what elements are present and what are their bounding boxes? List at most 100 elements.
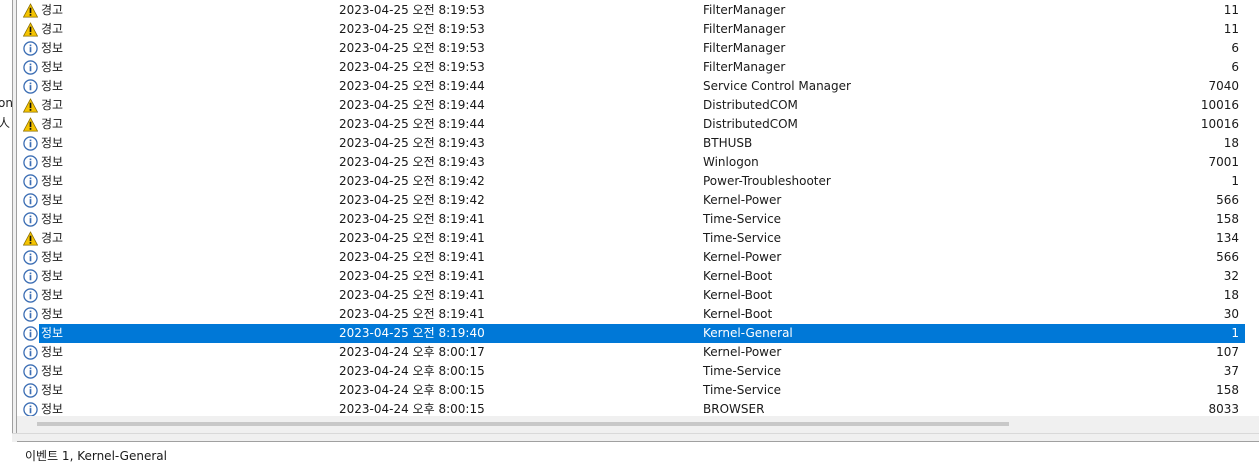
event-row[interactable]: 정보 2023-04-25 오전 8:19:41 Kernel-Boot 30 — [17, 305, 1245, 324]
event-row[interactable]: 경고 2023-04-25 오전 8:19:53 FilterManager 11 — [17, 1, 1245, 20]
event-level: 경고 — [41, 231, 64, 245]
event-row[interactable]: 정보 2023-04-25 오전 8:19:43 BTHUSB 18 — [17, 134, 1245, 153]
info-icon — [23, 79, 38, 94]
event-date-time: 2023-04-25 오전 8:19:42 — [339, 174, 485, 188]
event-list: 경고 2023-04-25 오전 8:19:53 FilterManager 11 경고… — [17, 0, 1259, 416]
event-level: 정보 — [41, 212, 64, 226]
event-row[interactable]: 경고 2023-04-25 오전 8:19:41 Time-Service 134 — [17, 229, 1245, 248]
status-text: 이벤트 1, Kernel-General — [25, 449, 167, 463]
event-row[interactable]: 정보 2023-04-25 오전 8:19:53 FilterManager 6 — [17, 58, 1245, 77]
scrollbar-thumb[interactable] — [37, 422, 1009, 426]
event-level: 정보 — [41, 288, 64, 302]
left-pane-text-fragment: 人 — [0, 116, 11, 130]
event-source: Kernel-Power — [703, 250, 782, 264]
info-icon — [23, 307, 38, 322]
event-id: 11 — [1223, 3, 1239, 17]
event-row[interactable]: 정보 2023-04-24 오후 8:00:15 Time-Service 158 — [17, 381, 1245, 400]
event-source: Time-Service — [703, 364, 782, 378]
event-date-time: 2023-04-25 오전 8:19:44 — [339, 79, 485, 93]
status-bar: 이벤트 1, Kernel-General — [17, 441, 1259, 469]
info-icon — [23, 212, 38, 227]
event-row[interactable]: 정보 2023-04-25 오전 8:19:41 Kernel-Power 566 — [17, 248, 1245, 267]
warning-icon — [23, 98, 38, 113]
event-level: 정보 — [41, 402, 64, 416]
event-id: 1 — [1231, 326, 1239, 340]
event-date-time: 2023-04-25 오전 8:19:41 — [339, 307, 485, 321]
event-source: Kernel-Power — [703, 193, 782, 207]
event-date-time: 2023-04-25 오전 8:19:41 — [339, 212, 485, 226]
event-date-time: 2023-04-25 오전 8:19:41 — [339, 231, 485, 245]
event-row[interactable]: 경고 2023-04-25 오전 8:19:53 FilterManager 11 — [17, 20, 1245, 39]
event-date-time: 2023-04-24 오후 8:00:15 — [339, 383, 485, 397]
event-row[interactable]: 정보 2023-04-25 오전 8:19:42 Power-Troubleshoo… — [17, 172, 1245, 191]
left-pane-text-fragment: on — [0, 96, 12, 110]
event-source: FilterManager — [703, 3, 786, 17]
event-level: 경고 — [41, 117, 64, 131]
event-id: 566 — [1216, 193, 1239, 207]
info-icon — [23, 174, 38, 189]
event-date-time: 2023-04-25 오전 8:19:41 — [339, 269, 485, 283]
event-row[interactable]: 정보 2023-04-25 오전 8:19:41 Time-Service 158 — [17, 210, 1245, 229]
event-row[interactable]: 정보 2023-04-25 오전 8:19:53 FilterManager 6 — [17, 39, 1245, 58]
event-row[interactable]: 경고 2023-04-25 오전 8:19:44 DistributedCOM 100… — [17, 115, 1245, 134]
event-source: Time-Service — [703, 231, 782, 245]
info-icon — [23, 41, 38, 56]
event-row[interactable]: 정보 2023-04-25 오전 8:19:41 Kernel-Boot 32 — [17, 267, 1245, 286]
event-id: 6 — [1231, 60, 1239, 74]
event-level: 정보 — [41, 136, 64, 150]
event-level: 정보 — [41, 60, 64, 74]
event-id: 11 — [1223, 22, 1239, 36]
warning-icon — [23, 231, 38, 246]
event-id: 158 — [1216, 383, 1239, 397]
event-date-time: 2023-04-25 오전 8:19:41 — [339, 288, 485, 302]
event-source: Kernel-Boot — [703, 269, 773, 283]
event-row[interactable]: 정보 2023-04-25 오전 8:19:40 Kernel-General 1 — [17, 324, 1245, 343]
event-source: FilterManager — [703, 41, 786, 55]
event-level: 정보 — [41, 193, 64, 207]
event-date-time: 2023-04-24 오후 8:00:15 — [339, 402, 485, 416]
warning-icon — [23, 117, 38, 132]
event-source: Service Control Manager — [703, 79, 851, 93]
info-icon — [23, 193, 38, 208]
left-navigation-pane: on 人 — [0, 0, 12, 440]
event-level: 정보 — [41, 155, 64, 169]
event-id: 37 — [1223, 364, 1239, 378]
event-source: DistributedCOM — [703, 98, 798, 112]
event-level: 정보 — [41, 79, 64, 93]
event-row[interactable]: 정보 2023-04-25 오전 8:19:44 Service Control M… — [17, 77, 1245, 96]
event-source: Power-Troubleshooter — [703, 174, 831, 188]
event-id: 32 — [1223, 269, 1239, 283]
event-level: 정보 — [41, 383, 64, 397]
event-date-time: 2023-04-24 오후 8:00:15 — [339, 364, 485, 378]
event-date-time: 2023-04-25 오전 8:19:44 — [339, 117, 485, 131]
info-icon — [23, 250, 38, 265]
event-id: 6 — [1231, 41, 1239, 55]
event-source: FilterManager — [703, 22, 786, 36]
event-row[interactable]: 정보 2023-04-24 오후 8:00:17 Kernel-Power 107 — [17, 343, 1245, 362]
event-date-time: 2023-04-25 오전 8:19:53 — [339, 3, 485, 17]
event-date-time: 2023-04-25 오전 8:19:53 — [339, 41, 485, 55]
event-id: 10016 — [1200, 117, 1239, 131]
event-id: 1 — [1231, 174, 1239, 188]
event-row[interactable]: 경고 2023-04-25 오전 8:19:44 DistributedCOM 100… — [17, 96, 1245, 115]
event-source: Time-Service — [703, 383, 782, 397]
event-source: FilterManager — [703, 60, 786, 74]
event-source: Kernel-Power — [703, 345, 782, 359]
event-row[interactable]: 정보 2023-04-24 오후 8:00:15 BROWSER 8033 — [17, 400, 1245, 416]
horizontal-scrollbar[interactable] — [17, 416, 1259, 433]
event-date-time: 2023-04-25 오전 8:19:43 — [339, 155, 485, 169]
event-id: 18 — [1223, 136, 1239, 150]
event-level: 정보 — [41, 364, 64, 378]
event-row[interactable]: 정보 2023-04-24 오후 8:00:15 Time-Service 37 — [17, 362, 1245, 381]
event-source: BROWSER — [703, 402, 765, 416]
event-date-time: 2023-04-25 오전 8:19:40 — [339, 326, 485, 340]
event-id: 158 — [1216, 212, 1239, 226]
event-source: DistributedCOM — [703, 117, 798, 131]
info-icon — [23, 402, 38, 416]
event-date-time: 2023-04-25 오전 8:19:44 — [339, 98, 485, 112]
event-level: 경고 — [41, 3, 64, 17]
info-icon — [23, 326, 38, 341]
event-row[interactable]: 정보 2023-04-25 오전 8:19:42 Kernel-Power 566 — [17, 191, 1245, 210]
event-row[interactable]: 정보 2023-04-25 오전 8:19:43 Winlogon 7001 — [17, 153, 1245, 172]
event-row[interactable]: 정보 2023-04-25 오전 8:19:41 Kernel-Boot 18 — [17, 286, 1245, 305]
